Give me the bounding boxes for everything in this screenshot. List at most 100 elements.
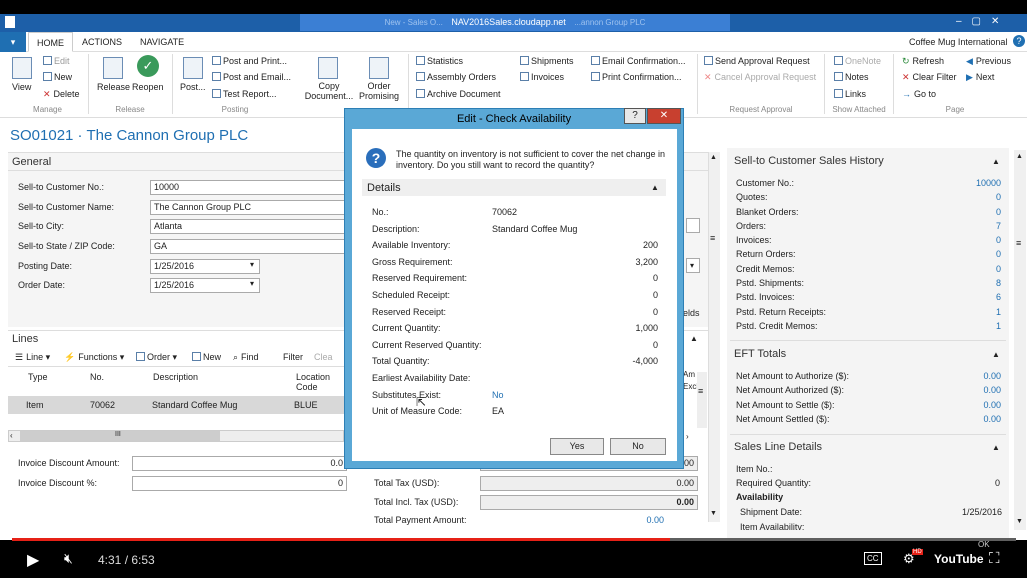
total-payment-value[interactable]: 0.00 — [620, 515, 664, 525]
history-value[interactable]: 0 — [996, 207, 1001, 217]
eft-value[interactable]: 0.00 — [983, 414, 1001, 424]
history-value[interactable]: 8 — [996, 278, 1001, 288]
details-header[interactable] — [362, 179, 666, 196]
column-header[interactable]: Location Code — [296, 372, 342, 392]
help-icon[interactable]: ? — [1013, 35, 1025, 47]
dialog-close-button[interactable]: ✕ — [647, 108, 681, 124]
statistics-button[interactable]: Statistics — [416, 56, 463, 66]
column-header[interactable]: Type — [28, 372, 48, 382]
release-button[interactable]: Release — [97, 82, 130, 92]
history-value[interactable]: 7 — [996, 221, 1001, 231]
cancel-approval-request-button[interactable]: ✕ Cancel Approval Request — [704, 72, 816, 83]
notes-button[interactable]: Notes — [834, 72, 869, 82]
fullscreen-icon[interactable]: ⛶ — [989, 550, 1000, 567]
window-controls[interactable]: ‒▢✕ — [956, 16, 1009, 27]
reopen-button[interactable]: Reopen — [132, 82, 164, 92]
new-button[interactable]: New — [43, 72, 72, 82]
new-line-button[interactable]: New — [192, 352, 221, 362]
history-value[interactable]: 10000 — [976, 178, 1001, 188]
scroll-down-icon[interactable]: ▼ — [1016, 518, 1023, 525]
history-value[interactable]: 0 — [996, 249, 1001, 259]
table-cell[interactable]: BLUE — [294, 400, 318, 410]
partial-input[interactable] — [686, 218, 700, 233]
scroll-up-icon[interactable]: ▲ — [710, 154, 717, 161]
order-promising-button[interactable]: Order Promising — [357, 81, 401, 101]
scroll-grip-icon[interactable]: ≡ — [1016, 238, 1021, 248]
copy-document-button[interactable]: Copy Document... — [304, 81, 354, 101]
detail-value[interactable]: No — [492, 390, 504, 400]
invoice-discount-pct-input[interactable]: 0 — [132, 476, 347, 491]
eft-value[interactable]: 0.00 — [983, 371, 1001, 381]
scroll-up-icon[interactable]: ▲ — [1016, 153, 1023, 160]
line-menu[interactable]: ☰ Line ▾ — [15, 352, 50, 363]
collapse-icon[interactable]: ▲ — [992, 443, 1000, 452]
find-button[interactable]: ⌕ Find — [233, 352, 259, 363]
post-and-email-button[interactable]: Post and Email... — [212, 72, 291, 82]
post-and-print-button[interactable]: Post and Print... — [212, 56, 287, 66]
invoice-discount-amount-input[interactable]: 0.0 — [132, 456, 347, 471]
previous-button[interactable]: ◀ Previous — [966, 56, 1011, 67]
scroll-grip-icon[interactable]: ≡ — [698, 386, 703, 396]
tab-actions[interactable]: ACTIONS — [74, 32, 130, 52]
tab-home[interactable]: HOME — [28, 32, 73, 52]
yes-button[interactable]: Yes — [550, 438, 604, 455]
view-button[interactable]: View — [12, 82, 31, 92]
edit-button[interactable]: Edit — [43, 56, 70, 66]
collapse-icon[interactable]: ▲ — [992, 157, 1000, 166]
history-value[interactable]: 0 — [996, 235, 1001, 245]
functions-menu[interactable]: ⚡ Functions ▾ — [64, 352, 124, 363]
column-header[interactable]: No. — [90, 372, 104, 382]
state-zip-input[interactable]: GA — [150, 239, 348, 254]
scroll-grip-icon[interactable]: ≡ — [710, 233, 715, 243]
chevron-down-icon[interactable]: ▾ — [250, 260, 254, 269]
filter-button[interactable]: Filter — [283, 352, 303, 362]
onenote-button[interactable]: OneNote — [834, 56, 881, 66]
links-button[interactable]: Links — [834, 89, 866, 99]
order-date-input[interactable]: 1/25/2016 — [150, 278, 260, 293]
captions-icon[interactable]: CC — [864, 552, 882, 565]
print-confirmation-button[interactable]: Print Confirmation... — [591, 72, 682, 82]
archive-document-button[interactable]: Archive Document — [416, 89, 501, 99]
invoices-button[interactable]: Invoices — [520, 72, 564, 82]
shipments-button[interactable]: Shipments — [520, 56, 574, 66]
scroll-left-icon[interactable]: ‹ — [10, 431, 13, 440]
clear-filter-partial[interactable]: Clea — [314, 352, 333, 362]
table-cell[interactable]: Standard Coffee Mug — [152, 400, 237, 410]
column-header[interactable]: Description — [153, 372, 198, 382]
eft-value[interactable]: 0.00 — [983, 385, 1001, 395]
customer-name-input[interactable]: The Cannon Group PLC — [150, 200, 348, 215]
tab-navigate[interactable]: NAVIGATE — [132, 32, 192, 52]
city-input[interactable]: Atlanta — [150, 219, 348, 234]
post-button[interactable]: Post... — [180, 82, 206, 92]
delete-button[interactable]: ✕ Delete — [43, 89, 80, 100]
send-approval-request-button[interactable]: Send Approval Request — [704, 56, 810, 66]
mute-icon[interactable]: 🔇︎ — [64, 550, 73, 567]
factbox-scrollbar[interactable] — [1014, 150, 1026, 530]
posting-date-input[interactable]: 1/25/2016 — [150, 259, 260, 274]
history-value[interactable]: 1 — [996, 307, 1001, 317]
email-confirmation-button[interactable]: Email Confirmation... — [591, 56, 686, 66]
scroll-down-icon[interactable]: ▼ — [710, 510, 717, 517]
app-menu-button[interactable]: ▾ — [0, 32, 26, 52]
collapse-icon[interactable]: ▲ — [651, 183, 659, 192]
table-cell[interactable]: Item — [26, 400, 44, 410]
order-menu[interactable]: Order ▾ — [136, 352, 177, 363]
collapse-icon[interactable]: ▲ — [690, 334, 698, 343]
history-value[interactable]: 0 — [996, 264, 1001, 274]
chevron-down-icon[interactable]: ▾ — [250, 279, 254, 288]
main-scrollbar[interactable] — [708, 152, 720, 522]
test-report-button[interactable]: Test Report... — [212, 89, 277, 99]
company-name[interactable]: Coffee Mug International — [909, 37, 1007, 47]
table-cell[interactable]: 70062 — [90, 400, 115, 410]
collapse-icon[interactable]: ▲ — [992, 350, 1000, 359]
history-value[interactable]: 6 — [996, 292, 1001, 302]
go-to-button[interactable]: → Go to — [902, 89, 936, 99]
dialog-help-button[interactable]: ? — [624, 108, 646, 124]
refresh-button[interactable]: ↻ Refresh — [902, 56, 944, 67]
history-value[interactable]: 1 — [996, 321, 1001, 331]
lines-scrollbar[interactable] — [697, 372, 707, 428]
scroll-right-icon[interactable]: › — [686, 432, 689, 441]
assembly-orders-button[interactable]: Assembly Orders — [416, 72, 496, 82]
play-icon[interactable]: ▶ — [27, 550, 39, 570]
chevron-down-icon[interactable]: ▾ — [686, 258, 700, 273]
